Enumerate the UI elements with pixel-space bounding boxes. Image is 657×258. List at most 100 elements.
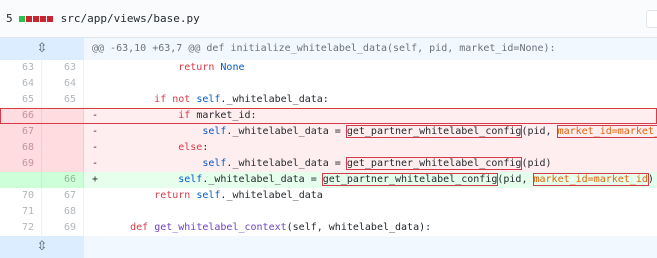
deleted-line: 69 - self._whitelabel_data = get_partner_… xyxy=(0,156,657,172)
code-token: ) xyxy=(647,174,654,185)
hunk-footer-row: ⇳ xyxy=(0,236,657,258)
code-token: (self, whitelabel_data): xyxy=(286,222,432,233)
code-token: (pid, xyxy=(521,126,558,137)
old-line-number[interactable]: 70 xyxy=(0,188,42,204)
highlighted-token: get_partner_whitelabel_config xyxy=(321,173,499,186)
old-line-number[interactable]: 71 xyxy=(0,204,42,220)
diff-sign: - xyxy=(92,110,99,121)
old-line-number[interactable] xyxy=(0,172,42,188)
diffstat-addition-block xyxy=(18,15,25,22)
code-token: ._whitelabel_data = xyxy=(226,126,347,137)
diff-sign: - xyxy=(92,126,99,137)
highlighted-token: get_partner_whitelabel_config xyxy=(345,157,523,170)
code-token: return xyxy=(154,190,197,201)
new-line-number[interactable] xyxy=(42,124,84,140)
diff-sign xyxy=(92,220,106,236)
code-token: if not xyxy=(154,94,197,105)
diffstat-bars xyxy=(18,15,53,22)
context-line: 64 64 xyxy=(0,76,657,92)
old-line-number[interactable]: 67 xyxy=(0,124,42,140)
hunk-header-row: ⇳ @@ -63,10 +63,7 @@ def initialize_whit… xyxy=(0,38,657,60)
code-token: self xyxy=(202,126,227,137)
file-header: 5 src/app/views/base.py xyxy=(0,0,657,38)
diff-sign: - xyxy=(92,142,99,153)
code-token: self xyxy=(202,158,227,169)
old-line-number[interactable]: 72 xyxy=(0,220,42,236)
code-content: - self._whitelabel_data = get_partner_wh… xyxy=(84,156,657,172)
hunk-header: @@ -63,10 +63,7 @@ def initialize_whitel… xyxy=(92,43,556,54)
code-token: def xyxy=(130,222,155,233)
diff-file: 5 src/app/views/base.py ⇳ @@ -63,10 +63,… xyxy=(0,0,657,258)
context-line: 71 68 xyxy=(0,204,657,220)
diffstat-deletion-block xyxy=(32,15,39,22)
diff-sign xyxy=(92,92,106,108)
new-line-number[interactable] xyxy=(42,140,84,156)
code-token: : xyxy=(202,142,209,153)
code-token: market_id: xyxy=(196,110,257,121)
new-line-number[interactable] xyxy=(42,156,84,172)
code-content: def get_whitelabel_context(self, whitela… xyxy=(84,220,657,236)
code-content: if not self._whitelabel_data: xyxy=(84,92,657,108)
diffstat-deletion-block xyxy=(39,15,46,22)
new-line-number[interactable]: 66 xyxy=(42,172,84,188)
deleted-line: 67 - self._whitelabel_data = get_partner_… xyxy=(0,124,657,140)
old-line-number[interactable]: 65 xyxy=(0,92,42,108)
code-content: - if market_id: xyxy=(84,108,657,124)
old-line-number[interactable]: 66 xyxy=(0,108,42,124)
code-token: (pid, xyxy=(497,174,534,185)
context-line: 63 63 return None xyxy=(0,60,657,76)
code-content: - else: xyxy=(84,140,657,156)
new-line-number[interactable] xyxy=(42,108,84,124)
code-content xyxy=(84,204,657,220)
diffstat-deletion-block xyxy=(25,15,32,22)
code-token: ._whitelabel_data xyxy=(220,190,323,201)
diff-sign: + xyxy=(92,174,99,185)
code-content: return None xyxy=(84,60,657,76)
highlighted-token: get_partner_whitelabel_config xyxy=(345,125,523,138)
old-line-number[interactable]: 69 xyxy=(0,156,42,172)
diffstat-deletion-block xyxy=(46,15,53,22)
diff-sign xyxy=(92,76,106,92)
file-actions-button[interactable] xyxy=(646,10,657,28)
new-line-number[interactable]: 68 xyxy=(42,204,84,220)
diff-sign xyxy=(92,204,106,220)
file-path[interactable]: src/app/views/base.py xyxy=(61,12,200,25)
code-token: return xyxy=(178,62,221,73)
context-line: 65 65 if not self._whitelabel_data: xyxy=(0,92,657,108)
added-line: 66 + self._whitelabel_data = get_partner_… xyxy=(0,172,657,188)
code-token: self xyxy=(196,94,221,105)
highlighted-token: market_id=market_id xyxy=(556,125,657,138)
code-token: ._whitelabel_data = xyxy=(226,158,347,169)
highlighted-token: market_id=market_id xyxy=(532,173,649,186)
old-line-number[interactable]: 68 xyxy=(0,140,42,156)
code-token: self xyxy=(178,174,203,185)
code-content: return self._whitelabel_data xyxy=(84,188,657,204)
code-token: else xyxy=(178,142,203,153)
diff-sign xyxy=(92,188,106,204)
context-line: 70 67 return self._whitelabel_data xyxy=(0,188,657,204)
context-line: 72 69 def get_whitelabel_context(self, wh… xyxy=(0,220,657,236)
code-content xyxy=(84,76,657,92)
new-line-number[interactable]: 67 xyxy=(42,188,84,204)
deleted-line: 66 - if market_id: xyxy=(0,108,657,124)
code-token: (pid) xyxy=(521,158,552,169)
code-token: get_whitelabel_context xyxy=(154,222,287,233)
code-token: None xyxy=(220,62,245,73)
new-line-number[interactable]: 63 xyxy=(42,60,84,76)
old-line-number[interactable]: 63 xyxy=(0,60,42,76)
diff-sign xyxy=(92,60,106,76)
unfold-icon[interactable]: ⇳ xyxy=(0,38,84,60)
diff-count: 5 xyxy=(6,12,13,25)
old-line-number[interactable]: 64 xyxy=(0,76,42,92)
new-line-number[interactable]: 64 xyxy=(42,76,84,92)
code-token: self xyxy=(196,190,221,201)
new-line-number[interactable]: 69 xyxy=(42,220,84,236)
new-line-number[interactable]: 65 xyxy=(42,92,84,108)
code-token: ._whitelabel_data: xyxy=(220,94,329,105)
code-token: ._whitelabel_data = xyxy=(202,174,323,185)
unfold-icon[interactable]: ⇳ xyxy=(0,236,84,258)
code-content: + self._whitelabel_data = get_partner_wh… xyxy=(84,172,657,188)
code-content: - self._whitelabel_data = get_partner_wh… xyxy=(84,124,657,140)
diff-lines: 63 63 return None 64 64 65 65 if not self._w… xyxy=(0,60,657,236)
code-token: if xyxy=(178,110,197,121)
